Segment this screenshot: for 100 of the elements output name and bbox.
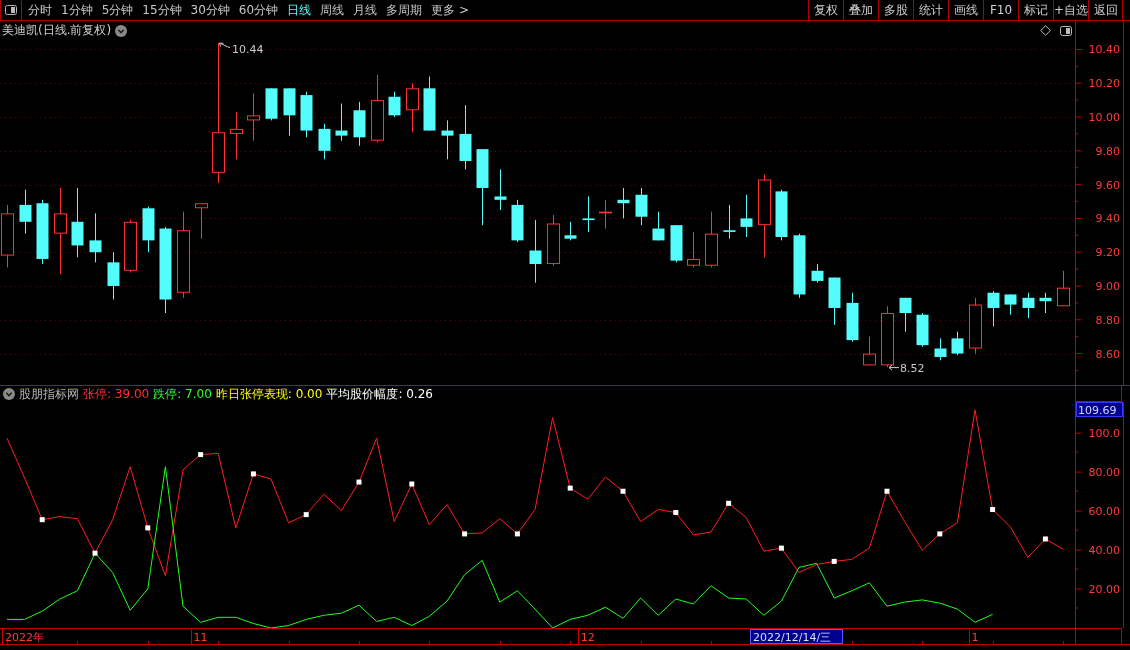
candlestick bbox=[564, 221, 577, 241]
cursor-date-label: 2022/12/14/三 bbox=[750, 629, 843, 644]
candlestick bbox=[899, 297, 912, 333]
axis-tick-label: 9.80 bbox=[1095, 144, 1120, 158]
axis-tick-label: 40.00 bbox=[1088, 544, 1120, 558]
candlestick bbox=[670, 224, 683, 263]
period-tab[interactable]: 30分钟 bbox=[190, 1, 230, 19]
candlestick bbox=[635, 187, 648, 226]
axis-value-label: 109.69 bbox=[1076, 402, 1123, 417]
period-tab[interactable]: 更多 > bbox=[431, 1, 469, 19]
axis-tick-label: 60.00 bbox=[1088, 505, 1120, 519]
indicator-value: 昨日张停表现: 0.00 bbox=[215, 385, 323, 403]
axis-tick-label: 80.00 bbox=[1088, 466, 1120, 480]
indicator-value: 张停: 39.00 bbox=[83, 385, 150, 403]
candlestick bbox=[687, 231, 700, 268]
candlestick bbox=[283, 87, 296, 137]
candlestick bbox=[318, 123, 331, 160]
candlestick bbox=[89, 212, 102, 263]
price-label: 10.44 bbox=[232, 42, 264, 56]
chevron-down-icon[interactable] bbox=[115, 24, 128, 37]
leader-arrow bbox=[888, 364, 900, 371]
candlestick bbox=[371, 74, 384, 143]
candlestick bbox=[195, 202, 208, 240]
axis-tick-label: 9.20 bbox=[1095, 246, 1120, 260]
candlestick bbox=[1022, 292, 1035, 319]
period-tab[interactable]: 周线 bbox=[320, 1, 345, 19]
candlestick bbox=[142, 206, 155, 253]
axis-tick-label: 10.00 bbox=[1088, 111, 1120, 125]
candlestick bbox=[1057, 270, 1070, 307]
candlestick bbox=[881, 305, 894, 368]
chart-title: 美迪凯(日线.前复权) bbox=[2, 22, 112, 39]
candlestick bbox=[459, 104, 472, 170]
candlestick bbox=[969, 297, 982, 355]
axis-tick-label: 9.60 bbox=[1095, 178, 1120, 192]
candlestick bbox=[71, 187, 84, 258]
candlestick bbox=[793, 233, 806, 299]
period-tab[interactable]: 日线 bbox=[287, 1, 312, 19]
panel-icon bbox=[5, 5, 17, 15]
chevron-down-icon[interactable] bbox=[3, 388, 15, 400]
toolbar-button[interactable]: 返回 bbox=[1088, 0, 1123, 20]
candlestick bbox=[740, 194, 753, 238]
candlestick bbox=[951, 331, 964, 356]
candlestick bbox=[353, 101, 366, 147]
axis-tick-label: 1 bbox=[971, 630, 979, 644]
candlestick bbox=[828, 277, 841, 326]
candlestick bbox=[1039, 292, 1052, 314]
candlestick bbox=[1004, 293, 1017, 316]
period-tab[interactable]: 月线 bbox=[353, 1, 378, 19]
axis-tick-label: 100.0 bbox=[1088, 427, 1120, 441]
candlestick bbox=[705, 211, 718, 268]
candlestick bbox=[863, 336, 876, 366]
axis-tick-label: 9.40 bbox=[1095, 212, 1120, 226]
candlestick bbox=[441, 119, 454, 160]
axis-tick-label: 8.60 bbox=[1095, 347, 1120, 361]
indicator-name: 股朋指标网 bbox=[19, 385, 79, 403]
period-tab[interactable]: 60分钟 bbox=[238, 1, 279, 19]
period-tab[interactable]: 1分钟 bbox=[61, 1, 93, 19]
axis-tick-label: 9.00 bbox=[1095, 280, 1120, 293]
candlestick bbox=[916, 312, 929, 348]
candlestick bbox=[124, 219, 137, 273]
candlestick bbox=[494, 168, 507, 211]
axis-tick-label: 10.40 bbox=[1088, 43, 1120, 57]
candlestick bbox=[582, 195, 595, 233]
candlestick bbox=[511, 199, 524, 243]
candlestick bbox=[247, 92, 260, 142]
candlestick bbox=[652, 211, 665, 241]
candlestick bbox=[987, 290, 1000, 328]
candlestick bbox=[723, 204, 736, 240]
axis-tick-label: 10.20 bbox=[1088, 77, 1120, 91]
candlestick bbox=[934, 337, 947, 361]
axis-tick-label: 12 bbox=[580, 630, 595, 644]
candlestick bbox=[423, 76, 436, 132]
candlestick bbox=[775, 189, 788, 241]
candlestick bbox=[811, 263, 824, 284]
toolbar-button[interactable]: +自选 bbox=[1053, 0, 1088, 20]
candlestick bbox=[107, 251, 120, 300]
diamond-icon[interactable] bbox=[1040, 25, 1051, 36]
axis-tick-label: 8.80 bbox=[1095, 313, 1120, 327]
candlestick bbox=[617, 187, 630, 219]
period-tab[interactable]: 分时 bbox=[28, 1, 52, 19]
candlestick bbox=[388, 91, 401, 118]
candlestick bbox=[19, 189, 32, 235]
price-label: 8.52 bbox=[900, 361, 925, 375]
candlestick bbox=[335, 103, 348, 142]
indicator-value: 平均股价幅度: 0.26 bbox=[326, 385, 433, 403]
panel-icon[interactable] bbox=[1060, 25, 1072, 36]
candlestick bbox=[846, 292, 859, 343]
period-tab[interactable]: 多周期 bbox=[386, 1, 423, 19]
axis-tick-label: 2022年 bbox=[5, 630, 45, 644]
layout-toggle-button[interactable] bbox=[0, 0, 22, 20]
candlestick bbox=[230, 111, 243, 160]
indicator-value: 跌停: 7.00 bbox=[153, 385, 212, 403]
candlestick bbox=[36, 199, 49, 265]
axis-tick-label: 20.00 bbox=[1088, 583, 1120, 597]
candlestick bbox=[406, 82, 419, 133]
leader-arrow bbox=[219, 42, 231, 49]
candlestick bbox=[265, 87, 278, 121]
period-tab[interactable]: 5分钟 bbox=[101, 1, 134, 19]
axis-tick-label: 11 bbox=[193, 630, 208, 644]
period-tab[interactable]: 15分钟 bbox=[142, 1, 182, 19]
